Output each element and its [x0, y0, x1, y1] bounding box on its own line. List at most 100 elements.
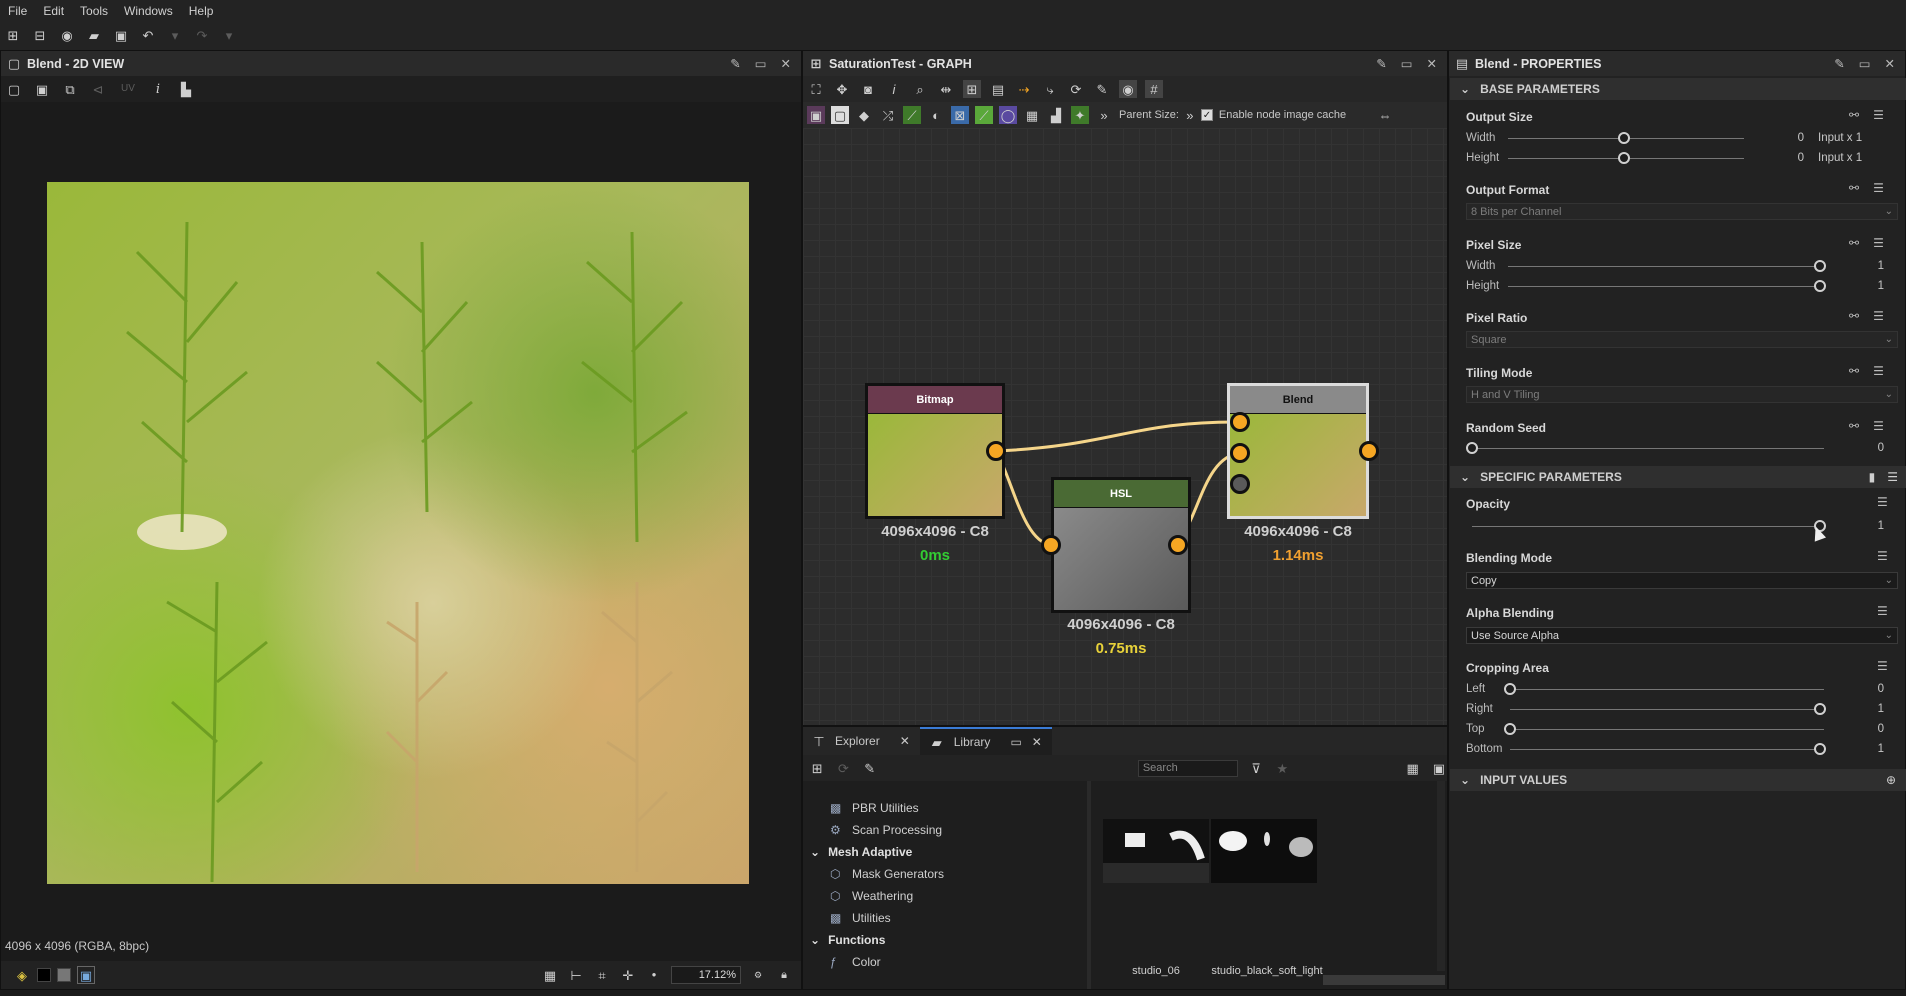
- tab-library[interactable]: ▰ Library ▭ ✕: [919, 727, 1052, 755]
- pin-icon[interactable]: ✎: [730, 56, 740, 71]
- opacity-slider[interactable]: [1472, 526, 1824, 527]
- library-filter-icon[interactable]: ⊽: [1248, 759, 1264, 777]
- list-item[interactable]: ▩ Utilities: [830, 911, 891, 925]
- tab-explorer-close-icon[interactable]: ✕: [900, 734, 910, 748]
- output-format-select[interactable]: 8 Bits per Channel ⌄: [1466, 203, 1898, 220]
- crop-left-value[interactable]: 0: [1860, 683, 1884, 695]
- node-bitmap[interactable]: Bitmap: [865, 383, 1005, 519]
- base-parameters-section[interactable]: ⌄ BASE PARAMETERS: [1450, 78, 1906, 100]
- undo-icon[interactable]: ↶: [139, 27, 157, 45]
- pixel-width-knob[interactable]: [1814, 260, 1826, 272]
- param-menu-icon[interactable]: ☰: [1877, 659, 1888, 673]
- output-height-knob[interactable]: [1618, 152, 1630, 164]
- new-function-icon[interactable]: ⊟: [31, 27, 49, 45]
- redo-dropdown-icon[interactable]: ▾: [220, 27, 238, 45]
- library-thumb-scrollbar[interactable]: [1437, 781, 1445, 971]
- pixel-height-knob[interactable]: [1814, 280, 1826, 292]
- tab-library-close-icon[interactable]: ✕: [1032, 735, 1042, 749]
- tab-library-float-icon[interactable]: ▭: [1010, 735, 1021, 749]
- copy-icon[interactable]: ⧉: [61, 80, 79, 98]
- param-menu-icon[interactable]: ☰: [1873, 309, 1884, 323]
- menu-windows[interactable]: Windows: [116, 4, 181, 18]
- share-icon[interactable]: ⊲: [89, 80, 107, 98]
- tiling-mode-select[interactable]: H and V Tiling ⌄: [1466, 386, 1898, 403]
- library-refresh-icon[interactable]: ⟳: [835, 759, 851, 777]
- chevron-down-icon[interactable]: ⌄: [810, 933, 820, 947]
- props-close-icon[interactable]: ✕: [1885, 56, 1895, 71]
- thumb-studio-black-soft-light[interactable]: [1211, 819, 1317, 883]
- link-parent-icon[interactable]: ⚯: [1849, 181, 1859, 195]
- add-input-icon[interactable]: ⊕: [1886, 773, 1906, 787]
- link-parent-icon[interactable]: ⚯: [1849, 419, 1859, 433]
- tree-group[interactable]: ⌄ Functions: [810, 933, 885, 947]
- env-bg-icon[interactable]: ▣: [77, 966, 95, 984]
- specific-parameters-section[interactable]: ⌄ SPECIFIC PARAMETERS ▮ ☰: [1450, 466, 1906, 488]
- menu-help[interactable]: Help: [181, 4, 222, 18]
- param-menu-icon[interactable]: ☰: [1873, 419, 1884, 433]
- menu-edit[interactable]: Edit: [35, 4, 72, 18]
- list-item[interactable]: ▩ PBR Utilities: [830, 801, 919, 815]
- display-icon[interactable]: ▢: [5, 80, 23, 98]
- random-seed-value[interactable]: 0: [1860, 442, 1884, 454]
- library-tree-divider[interactable]: [1087, 781, 1091, 989]
- new-package-icon[interactable]: ◉: [58, 27, 76, 45]
- list-item[interactable]: ⚙ Scan Processing: [830, 823, 942, 837]
- texture-preview[interactable]: [47, 182, 749, 884]
- center-icon[interactable]: ✛: [619, 966, 637, 984]
- histogram-icon[interactable]: ▙: [177, 80, 195, 98]
- axes-icon[interactable]: ⊢: [567, 966, 585, 984]
- layers-icon[interactable]: ◈: [13, 966, 31, 984]
- library-hscrollbar[interactable]: [1323, 975, 1445, 985]
- float-icon[interactable]: ▭: [755, 56, 767, 71]
- crop-right-slider[interactable]: [1510, 709, 1824, 710]
- param-menu-icon[interactable]: ☰: [1873, 236, 1884, 250]
- library-search-input[interactable]: Search: [1137, 759, 1238, 777]
- crop-top-value[interactable]: 0: [1860, 723, 1884, 735]
- output-width-mode[interactable]: Input x 1: [1818, 132, 1888, 144]
- crop-right-knob[interactable]: [1814, 703, 1826, 715]
- node-blend-mask-port[interactable]: [1230, 474, 1250, 494]
- param-menu-icon[interactable]: ☰: [1877, 495, 1888, 509]
- input-values-section[interactable]: ⌄ INPUT VALUES ⊕: [1450, 769, 1906, 791]
- output-height-value[interactable]: 0: [1780, 152, 1804, 164]
- param-menu-icon[interactable]: ☰: [1877, 604, 1888, 618]
- chevron-down-icon[interactable]: ⌄: [810, 845, 820, 859]
- pixel-height-value[interactable]: 1: [1860, 280, 1884, 292]
- library-edit-icon[interactable]: ✎: [862, 759, 878, 777]
- menu-file[interactable]: File: [0, 4, 35, 18]
- random-seed-slider[interactable]: [1472, 448, 1824, 449]
- random-seed-knob[interactable]: [1466, 442, 1478, 454]
- redo-icon[interactable]: ↷: [193, 27, 211, 45]
- param-menu-icon[interactable]: ☰: [1877, 549, 1888, 563]
- uv-toggle[interactable]: UV: [117, 80, 139, 98]
- node-hsl-input-port[interactable]: [1041, 535, 1061, 555]
- zoom-settings-icon[interactable]: ⚙: [749, 966, 767, 984]
- fit-icon[interactable]: ⌗: [593, 966, 611, 984]
- new-graph-icon[interactable]: ⊞: [4, 27, 22, 45]
- crop-left-slider[interactable]: [1510, 689, 1824, 690]
- node-blend-background-port[interactable]: [1230, 443, 1250, 463]
- crop-top-slider[interactable]: [1510, 729, 1824, 730]
- node-blend-foreground-port[interactable]: [1230, 412, 1250, 432]
- lock-icon[interactable]: 🔒︎: [775, 966, 793, 984]
- pixel-height-slider[interactable]: [1508, 286, 1824, 287]
- crop-bottom-value[interactable]: 1: [1860, 743, 1884, 755]
- zoom-dot-icon[interactable]: ●: [645, 966, 663, 984]
- alpha-blending-select[interactable]: Use Source Alpha ⌄: [1466, 627, 1898, 644]
- node-bitmap-output-port[interactable]: [986, 441, 1006, 461]
- list-item[interactable]: ⬡ Weathering: [830, 889, 913, 903]
- crop-top-knob[interactable]: [1504, 723, 1516, 735]
- save-icon[interactable]: ▣: [112, 27, 130, 45]
- props-float-icon[interactable]: ▭: [1859, 56, 1871, 71]
- crop-bottom-knob[interactable]: [1814, 743, 1826, 755]
- grid-icon[interactable]: ▦: [541, 966, 559, 984]
- param-menu-icon[interactable]: ☰: [1873, 181, 1884, 195]
- black-bg-swatch[interactable]: [37, 968, 51, 982]
- tree-group[interactable]: ⌄ Mesh Adaptive: [810, 845, 912, 859]
- crop-left-knob[interactable]: [1504, 683, 1516, 695]
- list-item[interactable]: ƒ Color: [830, 955, 881, 969]
- link-parent-icon[interactable]: ⚯: [1849, 309, 1859, 323]
- bookmark-icon[interactable]: ▮: [1869, 470, 1876, 484]
- crop-bottom-slider[interactable]: [1510, 749, 1824, 750]
- node-hsl-output-port[interactable]: [1168, 535, 1188, 555]
